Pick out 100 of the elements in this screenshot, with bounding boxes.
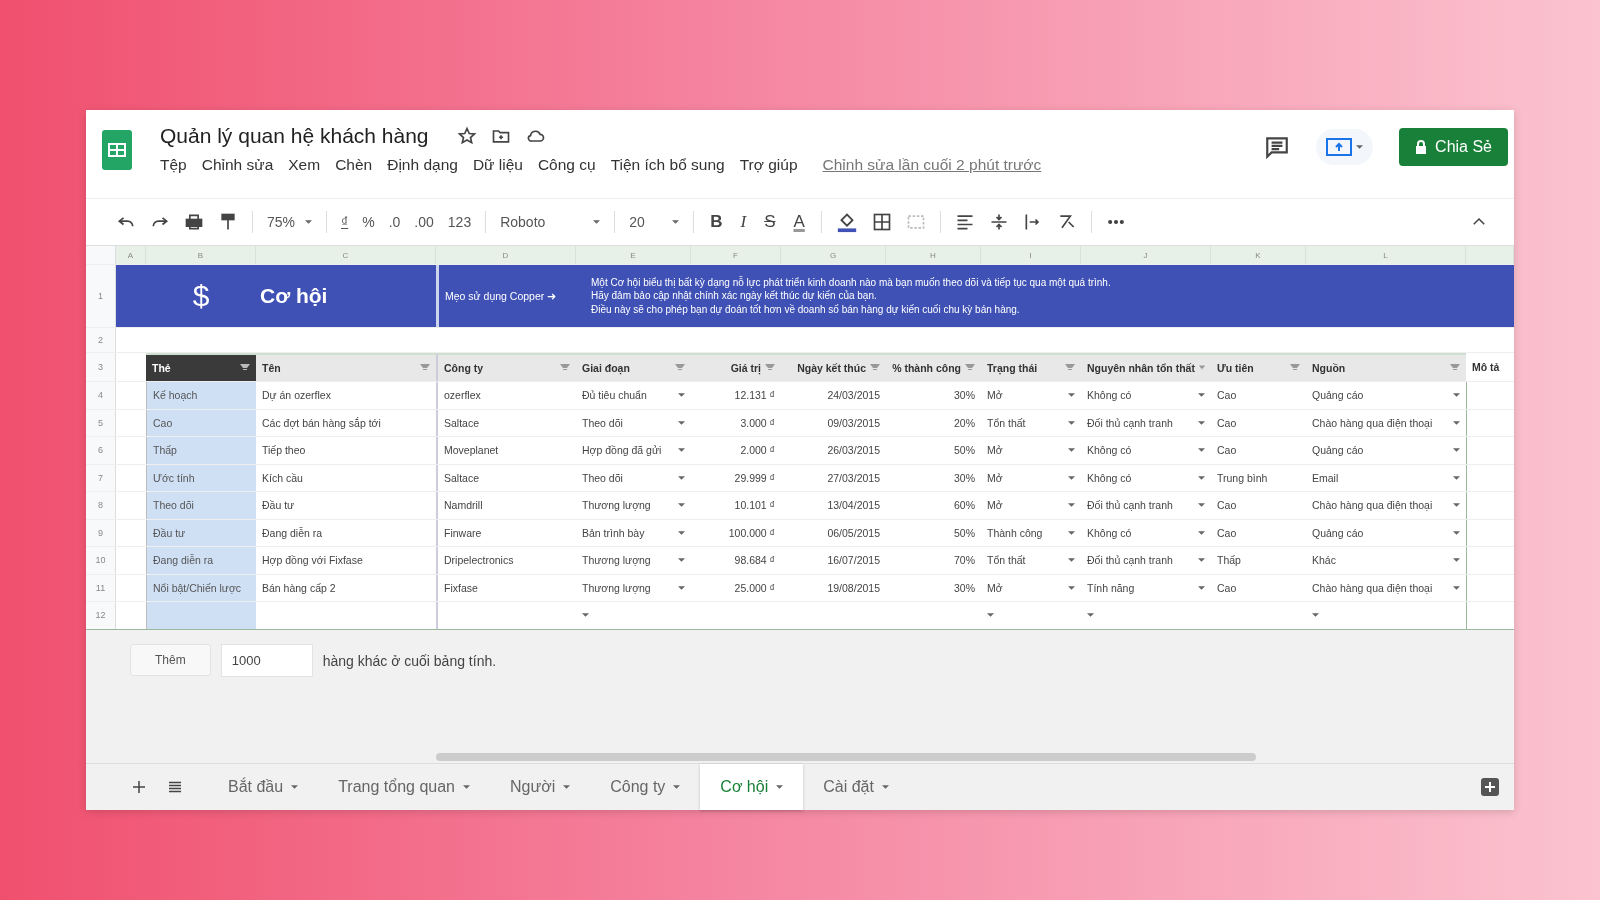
table-cell[interactable]: Theo dõi: [582, 416, 623, 429]
table-cell[interactable]: Hợp đồng đã gửi: [582, 444, 662, 457]
table-cell: Các đợt bán hàng sắp tới: [262, 416, 381, 429]
text-style-button[interactable]: S: [762, 212, 778, 232]
table-cell[interactable]: Thương lượng: [582, 499, 651, 512]
sheet-tab[interactable]: Trang tổng quan: [318, 764, 490, 810]
format-button[interactable]: .0: [388, 214, 401, 230]
sheet-tab[interactable]: Công ty: [590, 764, 701, 810]
format-button[interactable]: .00: [414, 214, 434, 230]
table-cell[interactable]: Bản trình bày: [582, 526, 645, 539]
horizontal-scrollbar[interactable]: [436, 753, 1256, 761]
menu-item[interactable]: Xem: [288, 156, 321, 174]
table-cell[interactable]: Mở: [987, 444, 1003, 457]
corner-cell[interactable]: [86, 246, 116, 264]
table-cell: Trung bình: [1217, 471, 1268, 484]
last-edit-link[interactable]: Chỉnh sửa lần cuối 2 phút trước: [822, 156, 1042, 174]
row-number[interactable]: 10: [86, 547, 116, 574]
table-cell[interactable]: Không có: [1087, 526, 1132, 539]
document-title[interactable]: Quản lý quan hệ khách hàng: [160, 124, 429, 148]
explore-icon[interactable]: [1480, 777, 1500, 797]
menu-item[interactable]: Trợ giúp: [739, 156, 798, 174]
table-cell[interactable]: Không có: [1087, 471, 1132, 484]
dropdown-caret-icon: [1068, 420, 1075, 425]
sheet-tab[interactable]: Người: [490, 764, 591, 810]
table-cell[interactable]: Quảng cáo: [1312, 444, 1364, 457]
menu-item[interactable]: Tệp: [160, 156, 187, 174]
table-cell[interactable]: Đối thủ cạnh tranh: [1087, 499, 1173, 512]
row-number[interactable]: 1: [86, 265, 116, 327]
row-number[interactable]: 7: [86, 464, 116, 491]
share-button[interactable]: Chia Sẻ: [1399, 128, 1508, 166]
format-button[interactable]: 123: [447, 214, 472, 230]
row-number[interactable]: 8: [86, 492, 116, 519]
table-cell[interactable]: Thương lượng: [582, 581, 651, 594]
table-cell[interactable]: Quảng cáo: [1312, 526, 1364, 539]
font-select[interactable]: Roboto: [500, 214, 546, 230]
table-cell[interactable]: Tổn thất: [987, 416, 1026, 429]
font-size-select[interactable]: 20: [629, 214, 645, 230]
format-button[interactable]: ₫: [341, 214, 349, 230]
text-style-button[interactable]: A: [791, 212, 807, 232]
text-style-button[interactable]: B: [708, 212, 725, 232]
row-count-field[interactable]: 1000: [220, 643, 313, 677]
table-cell[interactable]: Khác: [1312, 554, 1336, 567]
table-cell[interactable]: Không có: [1087, 389, 1132, 402]
dropdown-caret-icon: [1068, 558, 1075, 563]
borders-icon[interactable]: [871, 212, 892, 232]
zoom-select[interactable]: 75%: [267, 214, 296, 230]
row-number[interactable]: 11: [86, 574, 116, 601]
table-cell[interactable]: Theo dõi: [582, 471, 623, 484]
menu-item[interactable]: Chèn: [335, 156, 373, 174]
dropdown-caret-icon: [1068, 393, 1075, 398]
table-cell: Moveplanet: [444, 444, 499, 457]
add-rows-button[interactable]: Thêm: [130, 643, 211, 676]
format-button[interactable]: %: [362, 214, 375, 230]
table-cell[interactable]: Tổn thất: [987, 554, 1026, 567]
menu-item[interactable]: Công cụ: [537, 156, 596, 174]
table-cell: Namdrill: [444, 499, 483, 512]
table-cell[interactable]: Thương lượng: [582, 554, 651, 567]
comment-icon[interactable]: [1264, 134, 1291, 160]
fill-color-icon[interactable]: [835, 211, 858, 233]
table-cell: Cao: [1217, 389, 1237, 402]
menu-item[interactable]: Tiện ích bổ sung: [610, 156, 725, 174]
table-cell[interactable]: Chào hàng qua điện thoại: [1312, 416, 1433, 429]
menu-item[interactable]: Chỉnh sửa: [201, 156, 274, 174]
table-cell[interactable]: Chào hàng qua điện thoại: [1312, 581, 1433, 594]
paint-format-icon[interactable]: [218, 212, 238, 232]
sheet-tab[interactable]: Cơ hội: [700, 764, 804, 810]
filter-icon[interactable]: [240, 364, 250, 372]
table-cell[interactable]: Thành công: [987, 526, 1043, 539]
table-cell[interactable]: Mở: [987, 499, 1003, 512]
sheet-tab[interactable]: Bắt đầu: [208, 764, 319, 810]
table-cell[interactable]: Tính năng: [1087, 581, 1135, 594]
text-style-button[interactable]: I: [738, 212, 749, 232]
row-number[interactable]: 6: [86, 437, 116, 464]
sheet-tab[interactable]: Cài đặt: [803, 764, 909, 810]
row-number[interactable]: 12: [86, 602, 116, 629]
print-icon[interactable]: [184, 212, 204, 232]
present-button[interactable]: [1316, 129, 1374, 165]
row-number[interactable]: 2: [86, 328, 116, 352]
table-cell[interactable]: Email: [1312, 471, 1339, 484]
table-cell[interactable]: Không có: [1087, 444, 1132, 457]
table-cell[interactable]: Đối thủ cạnh tranh: [1087, 416, 1173, 429]
menu-item[interactable]: Dữ liệu: [472, 156, 523, 174]
table-cell[interactable]: Đủ tiêu chuẩn: [582, 389, 647, 402]
table-cell[interactable]: Mở: [987, 581, 1003, 594]
sheets-logo-icon[interactable]: [102, 130, 132, 170]
table-cell[interactable]: Mở: [987, 471, 1003, 484]
row-number[interactable]: 3: [86, 353, 116, 381]
row-number[interactable]: 5: [86, 409, 116, 436]
tag-cell: Ước tính: [146, 464, 256, 491]
star-icon[interactable]: [456, 126, 477, 146]
add-sheet-icon[interactable]: [130, 778, 148, 796]
dropdown-caret-icon: [1198, 558, 1205, 563]
table-cell[interactable]: Đối thủ cạnh tranh: [1087, 554, 1173, 567]
merge-cells-icon[interactable]: [905, 212, 926, 232]
row-number[interactable]: 4: [86, 382, 116, 409]
row-number[interactable]: 9: [86, 519, 116, 546]
table-cell[interactable]: Mở: [987, 389, 1003, 402]
table-cell[interactable]: Chào hàng qua điện thoại: [1312, 499, 1433, 512]
table-cell[interactable]: Quảng cáo: [1312, 389, 1364, 402]
menu-item[interactable]: Định dạng: [387, 156, 458, 174]
